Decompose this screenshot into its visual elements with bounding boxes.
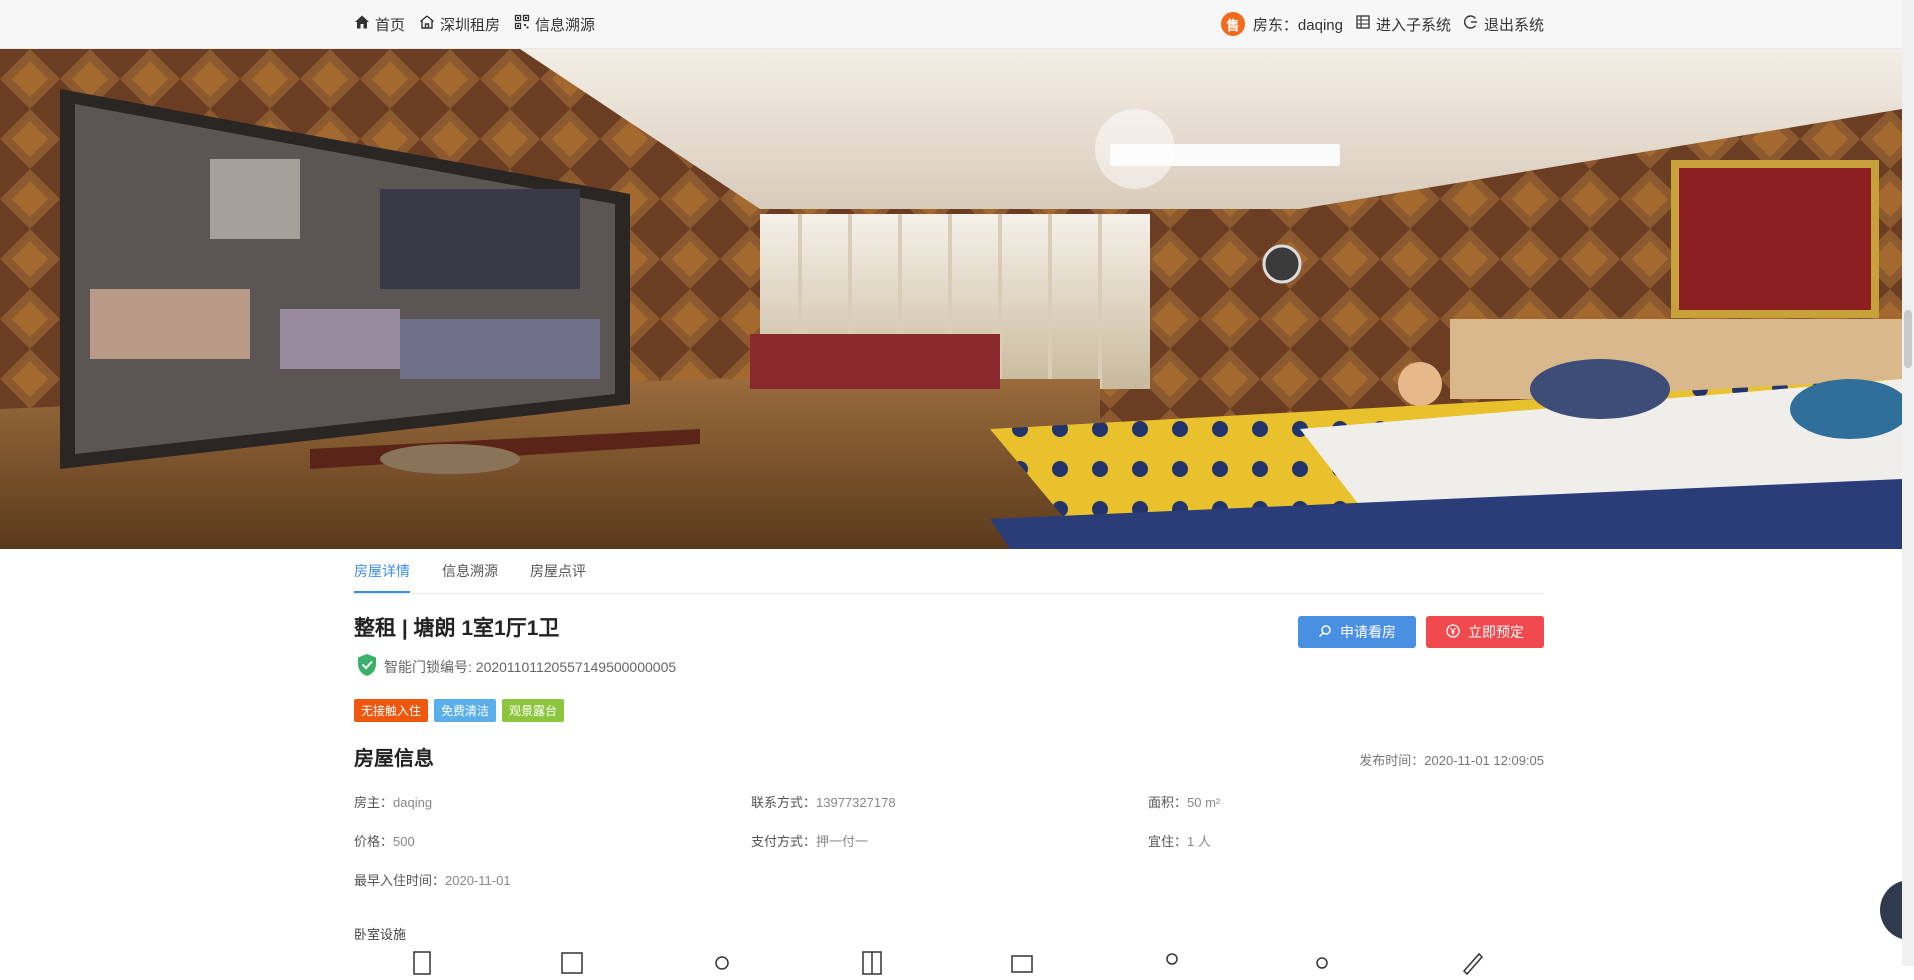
publish-time: 发布时间：2020-11-01 12:09:05 (1359, 753, 1544, 768)
field-area: 面积：50 m² (1148, 795, 1221, 810)
nav-logout[interactable]: 退出系统 (1463, 14, 1544, 35)
sell-badge: 售 (1220, 12, 1245, 36)
nav-subsystem[interactable]: 进入子系统 (1355, 14, 1451, 35)
field-checkin: 最早入住时间：2020-11-01 (354, 873, 511, 888)
wardrobe-icon (409, 949, 435, 975)
info-grid: 房主：daqing 联系方式：13977327178 面积：50 m² 价格：5… (354, 792, 1544, 888)
sun-icon (1309, 949, 1335, 975)
qrcode-icon (514, 14, 530, 34)
light-icon (709, 949, 735, 975)
pen-icon (1459, 949, 1485, 976)
nav-rent[interactable]: 深圳租房 (419, 14, 500, 35)
facility-icons (354, 949, 1544, 979)
field-capacity: 宜住：1 人 (1148, 834, 1211, 849)
scroll-thumb[interactable] (1904, 310, 1912, 368)
window-icon (859, 949, 885, 975)
field-contact: 联系方式：13977327178 (751, 795, 896, 810)
tag-free-cleaning: 免费清洁 (434, 699, 497, 722)
tag-contactless: 无接触入住 (354, 699, 429, 722)
tab-house-detail[interactable]: 房屋详情 (354, 549, 410, 593)
tag-terrace: 观景露台 (502, 699, 565, 722)
field-owner: 房主：daqing (354, 795, 433, 810)
detail-tabs: 房屋详情 信息溯源 房屋点评 (354, 549, 1544, 594)
house-photo (0, 49, 1902, 549)
tab-trace[interactable]: 信息溯源 (442, 549, 498, 593)
top-navbar: 首页 深圳租房 信息溯源 售 房东：daqing 进入子系统 退出系统 (0, 0, 1902, 49)
owner-info[interactable]: 售 房东：daqing (1220, 12, 1343, 36)
book-now-button[interactable]: 立即预定 (1426, 616, 1544, 648)
currency-icon (1446, 623, 1460, 641)
search-icon (1318, 624, 1332, 641)
info-header: 房屋信息 发布时间：2020-11-01 12:09:05 (354, 742, 1544, 772)
lock-info: 智能门锁编号: 20201101120557149500000005 (354, 652, 1544, 681)
owner-name: 房东：daqing (1252, 16, 1343, 34)
field-price: 价格：500 (354, 834, 415, 849)
house-icon (419, 14, 435, 34)
facilities-title: 卧室设施 (354, 927, 407, 942)
nav-home[interactable]: 首页 (354, 14, 405, 35)
picture-icon (559, 949, 585, 975)
logout-icon (1463, 14, 1479, 34)
tv-icon (1009, 949, 1035, 975)
lock-number: 智能门锁编号: 20201101120557149500000005 (384, 658, 677, 675)
shield-check-icon (354, 652, 380, 681)
home-icon (354, 14, 370, 34)
tab-review[interactable]: 房屋点评 (530, 549, 586, 593)
nav-trace[interactable]: 信息溯源 (514, 14, 595, 35)
scrollbar[interactable] (1902, 0, 1914, 966)
main-content: 房屋详情 信息溯源 房屋点评 整租 | 塘朗 1室1厅1卫 申请看房 立即预定 … (354, 549, 1544, 979)
field-payment: 支付方式：押一付一 (751, 834, 869, 849)
location-icon (1159, 949, 1185, 975)
tag-list: 无接触入住 免费清洁 观景露台 (354, 699, 1544, 722)
grid-icon (1355, 14, 1371, 34)
title-row: 整租 | 塘朗 1室1厅1卫 申请看房 立即预定 (354, 612, 1544, 648)
view-request-button[interactable]: 申请看房 (1298, 616, 1416, 648)
